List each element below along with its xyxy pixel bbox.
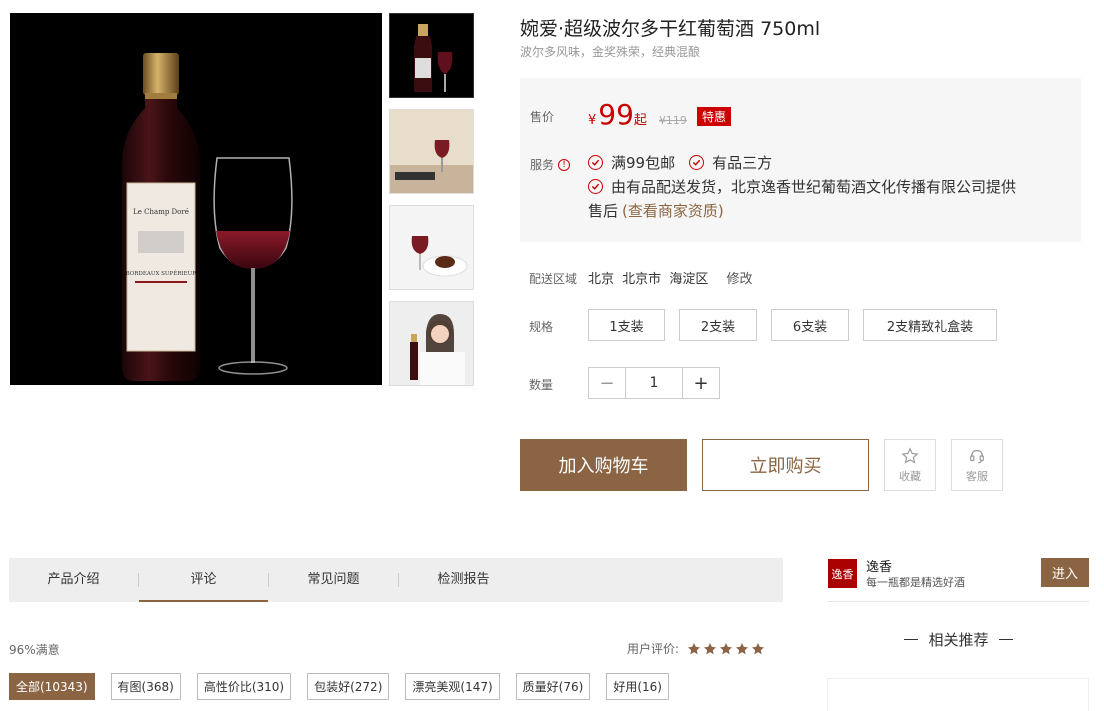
related-title: 相关推荐: [928, 631, 989, 649]
quantity-minus-button[interactable]: −: [589, 368, 625, 398]
delivery-city: 北京市: [622, 272, 662, 287]
review-filter[interactable]: 好用(16): [606, 673, 669, 700]
service-label: 服务: [530, 158, 555, 172]
heading-dash: [904, 639, 919, 640]
rating-stars: [687, 642, 767, 656]
product-title: 婉爱·超级波尔多干红葡萄酒 750ml: [520, 18, 821, 40]
star-icon: [720, 642, 733, 654]
tab-test-report[interactable]: 检测报告: [399, 558, 528, 602]
star-icon: [688, 642, 701, 654]
price-suffix: 起: [633, 113, 647, 128]
price-row: ¥ 99 起 ¥119 特惠: [588, 98, 731, 131]
star-outline-icon: [901, 446, 919, 464]
spec-label: 规格: [529, 320, 554, 334]
main-product-image: Le Champ Doré BORDEAUX SUPÉRIEUR: [10, 13, 382, 385]
favorite-button[interactable]: 收藏: [884, 439, 936, 491]
related-heading: 相关推荐: [828, 629, 1089, 650]
original-price: ¥119: [658, 114, 687, 127]
satisfaction-rate: 96%满意: [9, 643, 60, 657]
user-rating: 用户评价:: [627, 640, 767, 657]
thumbnail-wine-dinner[interactable]: [389, 205, 474, 290]
delivery-area: 北京 北京市 海淀区 修改: [588, 268, 766, 287]
customer-service-label: 客服: [966, 469, 988, 483]
review-filter[interactable]: 有图(368): [110, 673, 181, 700]
service-detail: 由有品配送发货，北京逸香世纪葡萄酒文化传播有限公司提供: [588, 176, 1016, 197]
service-detail-text: 由有品配送发货，北京逸香世纪葡萄酒文化传播有限公司提供: [611, 178, 1017, 196]
bottle-label-brand: Le Champ Doré: [133, 208, 189, 216]
heading-dash: [998, 639, 1013, 640]
product-subtitle: 波尔多风味，金奖殊荣，经典混酿: [520, 45, 701, 59]
customer-service-button[interactable]: 客服: [951, 439, 1003, 491]
review-filters: 全部(10343) 有图(368) 高性价比(310) 包装好(272) 漂亮美…: [9, 673, 685, 700]
currency-symbol: ¥: [588, 113, 597, 128]
tab-product-intro[interactable]: 产品介绍: [9, 558, 138, 602]
review-filter[interactable]: 包装好(272): [307, 673, 390, 700]
service-tag: 满99包邮: [588, 152, 675, 173]
check-circle-icon: [689, 155, 705, 170]
shop-slogan: 每一瓶都是精选好酒: [866, 576, 965, 589]
service-label-group: 服务 !: [530, 156, 571, 173]
thumbnail-model-photo[interactable]: [389, 301, 474, 386]
spec-option[interactable]: 6支装: [771, 309, 849, 341]
quantity-stepper: − 1 +: [588, 367, 720, 399]
price-label: 售价: [530, 110, 555, 124]
delivery-edit-link[interactable]: 修改: [726, 272, 752, 287]
service-tags: 满99包邮 有品三方: [588, 152, 786, 173]
review-filter[interactable]: 漂亮美观(147): [405, 673, 500, 700]
shop-logo[interactable]: 逸香: [828, 559, 857, 588]
sidebar-divider: [828, 601, 1089, 602]
add-to-cart-button[interactable]: 加入购物车: [520, 439, 687, 491]
spec-option[interactable]: 2支装: [679, 309, 757, 341]
buy-now-button[interactable]: 立即购买: [702, 439, 869, 491]
review-filter[interactable]: 高性价比(310): [196, 673, 292, 700]
rating-label: 用户评价:: [627, 642, 680, 656]
service-tag-label: 满99包邮: [611, 154, 676, 172]
headset-icon: [970, 449, 984, 463]
thumbnail-list: [389, 13, 474, 397]
star-icon: [736, 642, 749, 654]
delivery-label: 配送区域: [529, 272, 578, 286]
star-icon: [752, 642, 765, 654]
delivery-district: 海淀区: [669, 272, 709, 287]
info-circle-icon[interactable]: !: [558, 158, 571, 171]
sale-badge: 特惠: [696, 107, 731, 126]
check-circle-icon: [588, 155, 603, 170]
spec-option[interactable]: 1支装: [588, 309, 665, 341]
service-tag-label: 有品三方: [712, 154, 773, 172]
thumbnail-bottle-glass[interactable]: [389, 13, 474, 98]
service-tag: 有品三方: [689, 152, 772, 173]
quantity-label: 数量: [529, 378, 554, 392]
delivery-province: 北京: [588, 272, 615, 287]
quantity-input[interactable]: 1: [625, 368, 683, 398]
related-product-card[interactable]: [827, 678, 1089, 711]
star-icon: [704, 642, 717, 654]
spec-option[interactable]: 2支精致礼盒装: [863, 309, 997, 341]
tab-reviews[interactable]: 评论: [139, 558, 268, 602]
quantity-plus-button[interactable]: +: [683, 368, 719, 398]
detail-tabs: 产品介绍 评论 常见问题 检测报告: [9, 558, 783, 602]
service-detail-cont: 售后 (查看商家资质): [588, 200, 724, 221]
thumbnail-glass-table[interactable]: [389, 109, 474, 194]
review-filter-all[interactable]: 全部(10343): [9, 673, 95, 700]
merchant-qualification-link[interactable]: (查看商家资质): [622, 200, 724, 221]
check-circle-icon: [588, 179, 603, 194]
price-value: 99: [598, 98, 634, 131]
price-panel: 售价 ¥ 99 起 ¥119 特惠 服务 ! 满99包邮 有品三方 由有品配送发…: [520, 78, 1081, 242]
shop-name[interactable]: 逸香: [866, 556, 892, 575]
tab-faq[interactable]: 常见问题: [269, 558, 398, 602]
bottle-label-appellation: BORDEAUX SUPÉRIEUR: [126, 269, 198, 277]
favorite-label: 收藏: [899, 469, 921, 483]
review-filter[interactable]: 质量好(76): [515, 673, 591, 700]
service-detail-text-cont: 售后: [588, 202, 619, 220]
enter-shop-button[interactable]: 进入: [1041, 558, 1089, 587]
